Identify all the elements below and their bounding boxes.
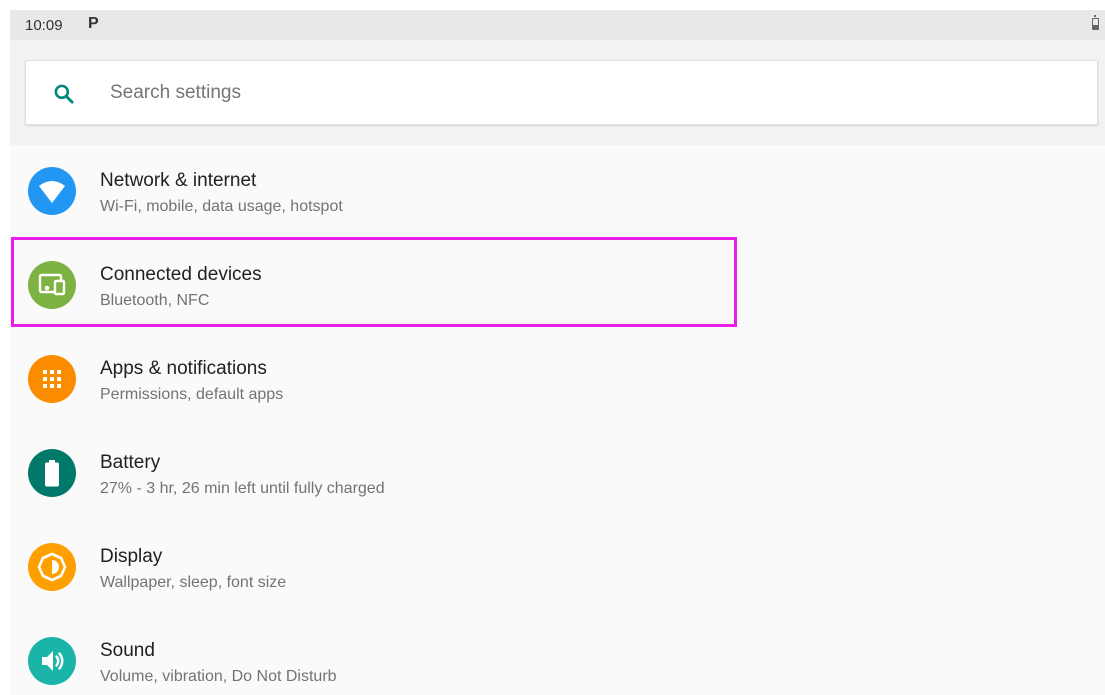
status-battery-icon [1092,15,1099,30]
setting-subtitle: Bluetooth, NFC [100,292,210,309]
setting-title: Sound [100,640,155,661]
search-area [10,40,1105,145]
parking-notification-icon: P [88,15,99,32]
setting-title: Apps & notifications [100,358,267,379]
status-bar: 10:09 P [10,10,1105,40]
status-time: 10:09 [25,17,63,34]
volume-icon [28,637,76,685]
setting-apps-notifications[interactable]: Apps & notifications Permissions, defaul… [10,333,1105,427]
setting-title: Battery [100,452,161,473]
setting-subtitle: Wallpaper, sleep, font size [100,574,287,591]
apps-icon [28,355,76,403]
setting-display[interactable]: Display Wallpaper, sleep, font size [10,521,1105,615]
setting-subtitle: Permissions, default apps [100,386,284,403]
setting-title: Display [100,546,163,567]
search-bar[interactable] [25,60,1098,125]
setting-sound[interactable]: Sound Volume, vibration, Do Not Disturb [10,615,1105,695]
battery-icon [28,449,76,497]
devices-icon [28,261,76,309]
setting-subtitle: Volume, vibration, Do Not Disturb [100,668,337,685]
setting-connected-devices[interactable]: Connected devices Bluetooth, NFC [10,239,1105,333]
wifi-icon [28,167,76,215]
setting-battery[interactable]: Battery 27% - 3 hr, 26 min left until fu… [10,427,1105,521]
search-icon[interactable] [51,81,77,107]
brightness-icon [28,543,76,591]
setting-title: Network & internet [100,170,257,191]
setting-subtitle: 27% - 3 hr, 26 min left until fully char… [100,480,385,497]
setting-subtitle: Wi-Fi, mobile, data usage, hotspot [100,198,343,215]
setting-title: Connected devices [100,264,262,285]
settings-list: Network & internet Wi-Fi, mobile, data u… [10,145,1105,695]
settings-screen: 10:09 P Network & internet Wi-Fi, mobile… [10,10,1105,695]
search-input[interactable] [110,61,1010,124]
setting-network-internet[interactable]: Network & internet Wi-Fi, mobile, data u… [10,145,1105,239]
